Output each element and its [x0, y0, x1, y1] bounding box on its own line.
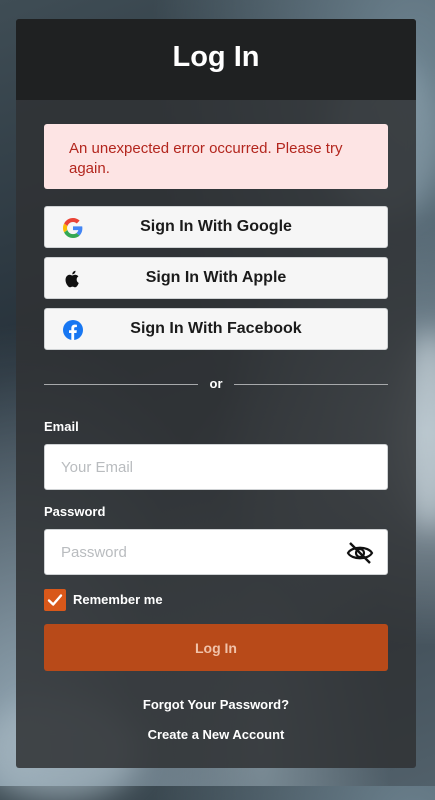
apple-signin-button[interactable]: Sign In With Apple: [44, 257, 388, 299]
or-divider: or: [44, 374, 388, 394]
error-alert: An unexpected error occurred. Please try…: [44, 124, 388, 189]
google-icon: [63, 218, 83, 238]
page-title: Log In: [172, 41, 260, 73]
google-signin-label: Sign In With Google: [140, 218, 292, 235]
eye-slash-icon: [346, 542, 374, 564]
login-card: Log In An unexpected error occurred. Ple…: [16, 19, 416, 768]
email-label: Email: [44, 419, 79, 434]
facebook-signin-label: Sign In With Facebook: [130, 320, 302, 337]
email-input[interactable]: [44, 444, 388, 490]
google-signin-button[interactable]: Sign In With Google: [44, 206, 388, 248]
toggle-password-visibility-button[interactable]: [346, 541, 374, 565]
password-label: Password: [44, 504, 106, 519]
login-button[interactable]: Log In: [44, 624, 388, 671]
password-input[interactable]: [44, 529, 388, 575]
divider-text: or: [209, 376, 223, 391]
card-header: Log In: [16, 19, 416, 100]
remember-me-label: Remember me: [73, 592, 163, 607]
remember-me-checkbox[interactable]: [44, 589, 66, 611]
create-account-link[interactable]: Create a New Account: [16, 727, 416, 742]
apple-signin-label: Sign In With Apple: [145, 269, 287, 286]
facebook-signin-button[interactable]: Sign In With Facebook: [44, 308, 388, 350]
forgot-password-link[interactable]: Forgot Your Password?: [16, 697, 416, 712]
apple-icon: [65, 270, 79, 288]
facebook-icon: [63, 320, 83, 340]
checkmark-icon: [47, 594, 63, 606]
